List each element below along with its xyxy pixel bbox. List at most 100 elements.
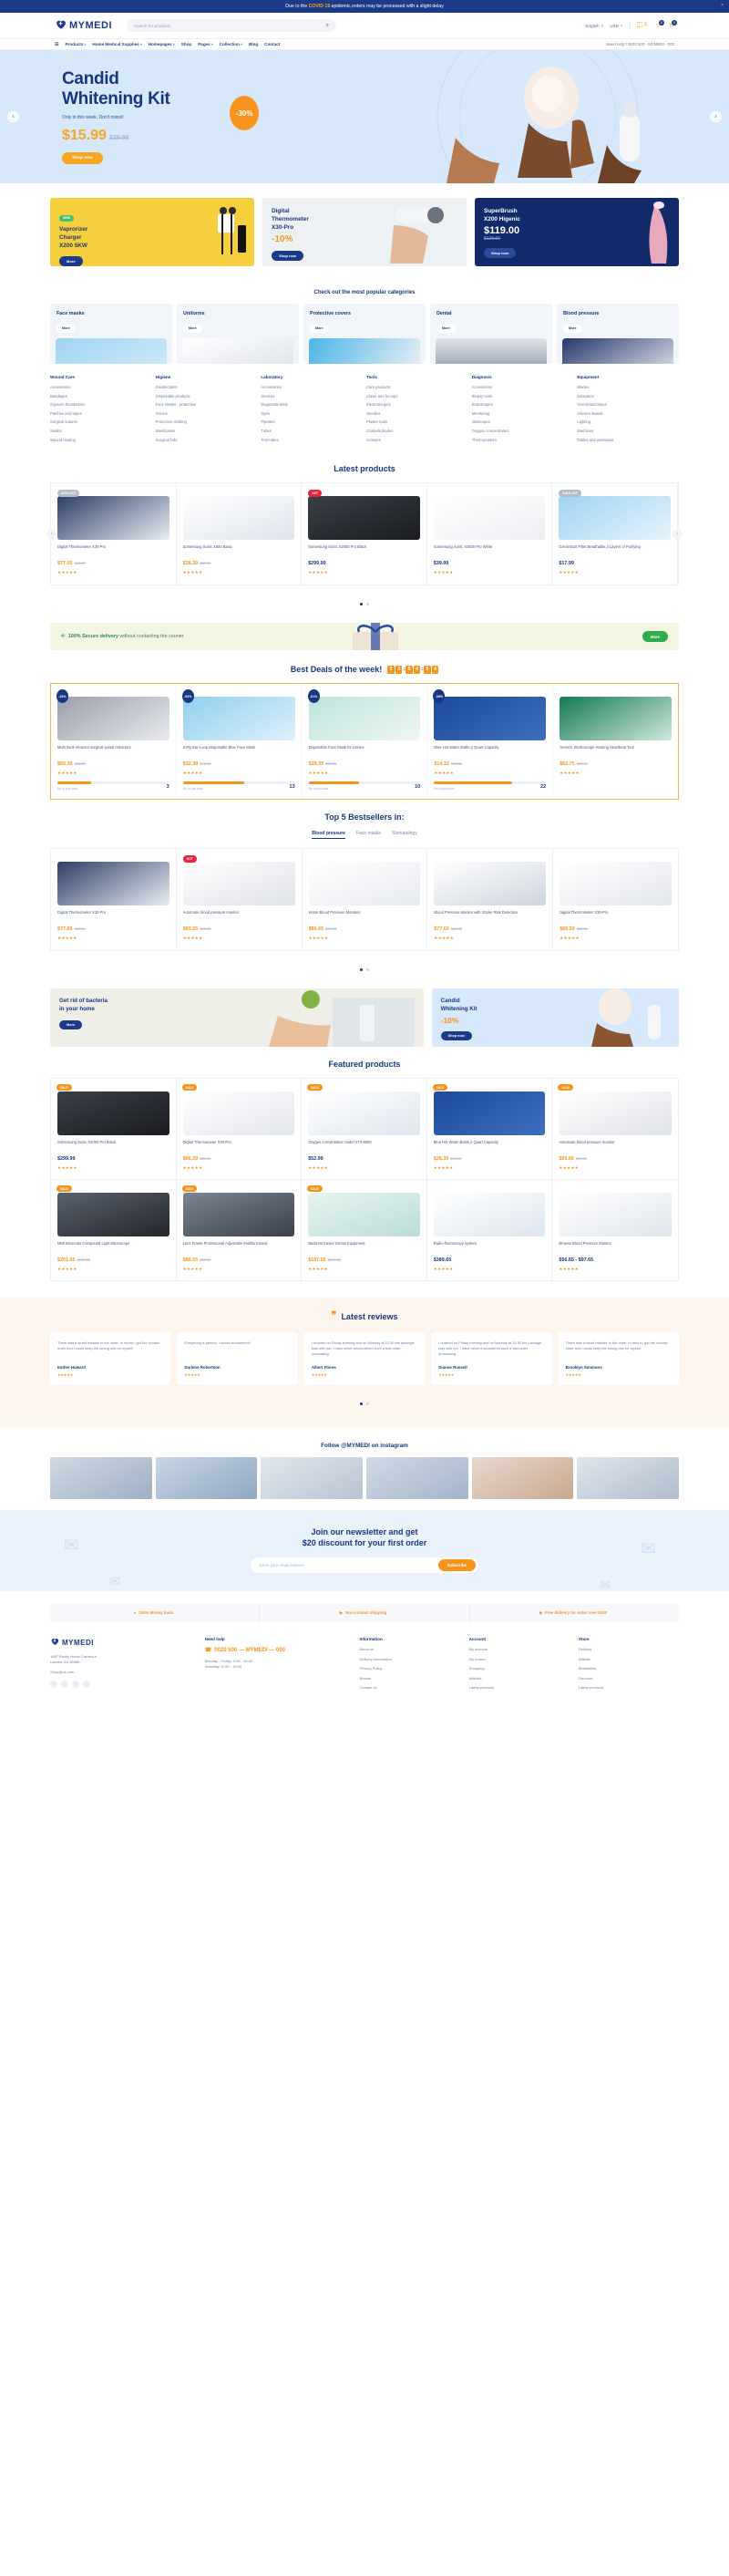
link-item[interactable]: Germicidal lamps: [577, 402, 679, 407]
instagram-tile[interactable]: [366, 1457, 468, 1500]
category-more-button[interactable]: More: [183, 324, 202, 333]
link-item[interactable]: Pipettes: [261, 419, 363, 424]
carousel-prev-button[interactable]: ‹: [7, 110, 19, 123]
cart-icon[interactable]: 0: [668, 19, 677, 30]
link-item[interactable]: Infusion stands: [577, 411, 679, 416]
link-item[interactable]: Tables and assistants: [577, 438, 679, 442]
footer-link[interactable]: Contact us: [360, 1685, 460, 1691]
link-item[interactable]: Lighting: [577, 419, 679, 424]
link-item[interactable]: Education: [577, 394, 679, 398]
promo-card-superbrush[interactable]: SuperBrush X200 Higenic $119.00 $129.00 …: [475, 198, 679, 266]
link-item[interactable]: Monitoring: [472, 411, 574, 416]
link-item[interactable]: Bandages: [50, 394, 152, 398]
footer-email[interactable]: Shop@us.com: [50, 1670, 196, 1675]
link-item[interactable]: Face Masks - protective: [156, 402, 258, 407]
product-card[interactable]: Somersung Sonic X500 Basic $38.39 $53.99 ★★…: [177, 483, 303, 585]
facebook-icon[interactable]: [50, 1680, 57, 1688]
carousel-next-button[interactable]: ›: [710, 110, 722, 123]
link-item[interactable]: Dyes: [261, 411, 363, 416]
link-item[interactable]: Gypsum foundations: [50, 402, 152, 407]
link-item[interactable]: Accessories: [472, 385, 574, 389]
nav-item-products[interactable]: Products˅: [65, 42, 86, 47]
footer-link[interactable]: Wishlist: [469, 1676, 570, 1681]
hero-shop-now-button[interactable]: Shop now: [62, 151, 103, 164]
product-card[interactable]: HOT Somersung Sonic X2000 Pro Black $299.9…: [302, 483, 427, 585]
link-item[interactable]: Disinfectants: [156, 385, 258, 389]
category-card-face-masks[interactable]: Face masks More: [50, 304, 172, 364]
product-card[interactable]: SALE Blue Hot Water Bottle,2 Quart Capaci…: [426, 1079, 553, 1181]
link-item[interactable]: Diagnostic tests: [261, 402, 363, 407]
link-item[interactable]: Machines: [577, 429, 679, 433]
promo-card-vaporizer[interactable]: NEW Vaprorizer Charger X200 5KW More: [50, 198, 254, 266]
carousel-dot[interactable]: [366, 1402, 370, 1406]
promo-card-thermometer[interactable]: Digital Thermometer X30-Pro -10% Shop no…: [262, 198, 467, 266]
carousel-dot[interactable]: [366, 967, 370, 972]
category-more-button[interactable]: More: [563, 324, 582, 333]
instagram-tile[interactable]: [471, 1457, 574, 1500]
product-card[interactable]: SOLD OUT GAnti-Dust Filter,Breathable,3 L…: [552, 483, 678, 585]
instagram-tile[interactable]: [577, 1457, 680, 1500]
nav-item-shop[interactable]: Shop: [181, 42, 191, 47]
link-item[interactable]: Claws and forceps: [366, 394, 468, 398]
deal-card[interactable]: -54% 3-Ply Ear-Loop Disposable Blue Face …: [177, 684, 303, 800]
close-icon[interactable]: ×: [721, 3, 724, 8]
link-item[interactable]: Gloves: [156, 411, 258, 416]
link-item[interactable]: Care products: [366, 385, 468, 389]
tab-face-masks[interactable]: Face masks: [356, 831, 381, 839]
link-item[interactable]: Scalpels,blades: [366, 429, 468, 433]
email-input[interactable]: Enter your email address: [260, 1563, 304, 1567]
instagram-tile[interactable]: [261, 1457, 364, 1500]
footer-logo[interactable]: MYMEDI: [50, 1637, 196, 1648]
link-item[interactable]: Devices: [261, 394, 363, 398]
link-item[interactable]: Otoscopes: [472, 419, 574, 424]
carousel-next-button[interactable]: ›: [673, 529, 683, 540]
product-card[interactable]: Browse Blood Pressure Monitor $56.65 - $9…: [552, 1180, 678, 1280]
account-icon[interactable]: ⎅: [637, 21, 649, 30]
carousel-dot[interactable]: [366, 602, 370, 606]
deal-card[interactable]: -26% Multi hook retractor surgical spinal…: [51, 684, 177, 800]
product-card[interactable]: Somersung Sonic X2500 Pro White $39.99 ★★★…: [427, 483, 553, 585]
product-card[interactable]: Digital Thermometer X30-Pro $66.39 $89.99 ★…: [553, 849, 678, 950]
product-card[interactable]: Blood Pressure Monitor with Stroke Risk …: [427, 849, 554, 951]
promo-more-button[interactable]: More: [59, 255, 83, 266]
link-item[interactable]: Electrosurgery: [366, 402, 468, 407]
link-item[interactable]: Protective clothing: [156, 419, 258, 424]
banner-whitening-kit[interactable]: Candid Whitening Kit -10% Shop now: [431, 988, 679, 1048]
category-card-uniforms[interactable]: Uniforms More: [177, 304, 299, 364]
banner-more-button[interactable]: More: [59, 1020, 83, 1030]
footer-link[interactable]: My account: [469, 1647, 570, 1652]
search-input[interactable]: Search for products ⌕: [127, 19, 336, 32]
deal-card[interactable]: -30% Blue Hot Water Bottle,2 Quart Capaci…: [427, 684, 554, 800]
promo-shop-now-button[interactable]: Shop now: [484, 248, 517, 259]
link-item[interactable]: Test-tubes: [261, 438, 363, 442]
tab-blood-pressure[interactable]: Blood pressure: [312, 831, 345, 840]
product-card[interactable]: SALE Oxygen concentrator model XT3-8000 $5…: [302, 1079, 427, 1181]
link-item[interactable]: Swabs: [50, 429, 152, 433]
instagram-tile[interactable]: [50, 1457, 152, 1500]
footer-link[interactable]: Privacy Policy: [360, 1666, 460, 1671]
product-card[interactable]: HOT Automatic blood pressure monitor $93.6…: [177, 849, 303, 951]
footer-phone[interactable]: ☎ 0020 500 — MYMEDI — 000: [205, 1647, 351, 1654]
link-item[interactable]: Endoscopes: [472, 402, 574, 407]
link-item[interactable]: Tubes: [261, 429, 363, 433]
category-more-button[interactable]: More: [310, 324, 329, 333]
instagram-icon[interactable]: [72, 1680, 79, 1688]
nav-item-contact[interactable]: Contact: [264, 42, 280, 47]
footer-link[interactable]: Delivery: [579, 1647, 679, 1652]
carousel-dot[interactable]: [359, 967, 363, 972]
footer-link[interactable]: Affiliate: [579, 1657, 679, 1662]
footer-link[interactable]: Delivery information: [360, 1657, 460, 1662]
product-card[interactable]: Digital Thermometer X30-Pro $77.65 $80.65 ★…: [51, 849, 177, 951]
subscribe-button[interactable]: Subscribe: [437, 1559, 476, 1572]
product-card[interactable]: Radio-fluoroscopy system $389.65 ★★★★★: [427, 1180, 553, 1281]
link-item[interactable]: Thermometers: [472, 438, 574, 442]
category-more-button[interactable]: More: [436, 324, 456, 333]
link-item[interactable]: Blades: [577, 385, 679, 389]
carousel-prev-button[interactable]: ‹: [46, 529, 56, 540]
product-card[interactable]: SALE M58 Binocular Compound Light Microsc…: [51, 1180, 177, 1281]
link-item[interactable]: Scissors: [366, 438, 468, 442]
search-icon[interactable]: ⌕: [326, 23, 329, 29]
category-card-dental[interactable]: Dental More: [430, 304, 552, 364]
deal-card[interactable]: -61% Disposable Face Mask for Unisex $29.3…: [303, 684, 428, 800]
nav-item-homepages[interactable]: Homepages˅: [149, 42, 175, 47]
